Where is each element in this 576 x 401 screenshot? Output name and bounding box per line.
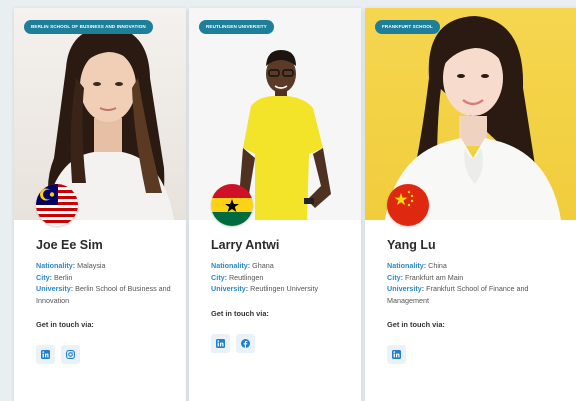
profile-info: Larry Antwi Nationality: Ghana City: Reu… <box>211 238 357 353</box>
linkedin-icon[interactable] <box>36 345 55 364</box>
university-label: University: <box>387 284 425 293</box>
city-value: Reutlingen <box>228 272 264 282</box>
nationality-label: Nationality: <box>36 261 76 270</box>
university-row: University: Reutlingen University <box>211 283 357 295</box>
university-label: University: <box>211 284 249 293</box>
social-links <box>36 345 182 364</box>
profile-info: Yang Lu Nationality: China City: Frankfu… <box>387 238 572 364</box>
china-flag-icon <box>387 184 429 226</box>
nationality-value: Ghana <box>252 261 274 270</box>
social-links <box>387 345 572 364</box>
university-badge: Berlin School of Business and Innovation <box>24 20 153 34</box>
get-in-touch-label: Get in touch via: <box>387 320 445 329</box>
university-row: University: Frankfurt School of Finance … <box>387 283 572 306</box>
university-value: Reutlingen University <box>250 284 319 293</box>
city-label: City: <box>36 272 52 282</box>
nationality-row: Nationality: China <box>387 260 572 272</box>
profile-name: Joe Ee Sim <box>36 238 103 252</box>
city-label: City: <box>211 272 227 282</box>
university-badge: Reutlingen University <box>199 20 274 34</box>
city-value: Berlin <box>53 272 73 282</box>
profile-photo <box>14 8 186 220</box>
profile-name: Larry Antwi <box>211 238 280 252</box>
nationality-row: Nationality: Ghana <box>211 260 357 272</box>
city-value: Frankfurt am Main <box>404 272 464 282</box>
nationality-row: Nationality: Malaysia <box>36 260 182 272</box>
city-row: City: Berlin <box>36 272 182 284</box>
nationality-value: China <box>428 261 447 270</box>
facebook-icon[interactable] <box>236 333 255 353</box>
profile-photo <box>189 8 361 220</box>
nationality-label: Nationality: <box>387 261 427 270</box>
profile-name: Yang Lu <box>387 238 436 252</box>
university-badge: Frankfurt School <box>375 20 440 34</box>
ghana-flag-icon <box>211 184 253 226</box>
get-in-touch-label: Get in touch via: <box>36 320 94 329</box>
nationality-label: Nationality: <box>211 261 251 270</box>
profile-card-larry-antwi: Reutlingen University Larry Antwi Nation… <box>189 8 361 401</box>
linkedin-icon[interactable] <box>387 345 406 364</box>
social-links <box>211 333 357 353</box>
linkedin-icon[interactable] <box>211 333 230 353</box>
profile-card-yang-lu: Frankfurt School Yang Lu Nationality: Ch… <box>365 8 576 401</box>
profile-info: Joe Ee Sim Nationality: Malaysia City: B… <box>36 238 182 364</box>
malaysia-flag-icon <box>36 184 78 226</box>
city-row: City: Reutlingen <box>211 272 357 284</box>
get-in-touch-label: Get in touch via: <box>211 308 269 318</box>
city-row: City: Frankfurt am Main <box>387 272 572 284</box>
instagram-icon[interactable] <box>61 345 80 364</box>
profile-card-joe-ee-sim: Berlin School of Business and Innovation… <box>14 8 186 401</box>
university-row: University: Berlin School of Business an… <box>36 283 182 306</box>
city-label: City: <box>387 272 403 282</box>
university-label: University: <box>36 284 74 293</box>
nationality-value: Malaysia <box>77 261 106 270</box>
